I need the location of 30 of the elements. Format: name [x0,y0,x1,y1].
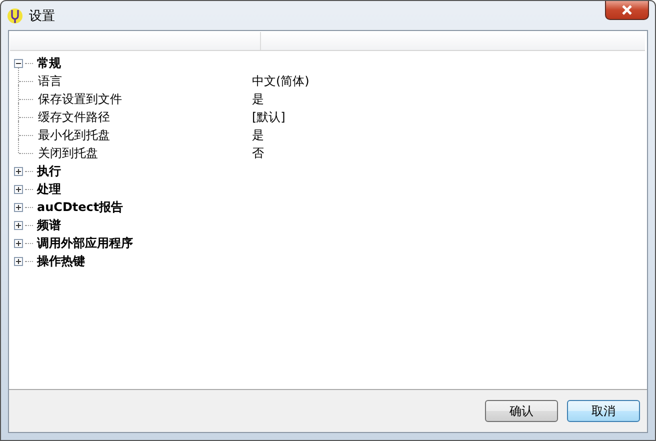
setting-name[interactable]: 关闭到托盘 [38,144,252,162]
dialog-button[interactable]: 取消 [567,400,640,422]
close-icon [621,5,633,15]
tree-toggle[interactable] [14,238,23,248]
tree-toggle[interactable] [14,166,23,176]
tree-toggle[interactable] [14,256,23,266]
group-label[interactable]: auCDtect报告 [37,198,124,216]
group-label[interactable]: 操作热键 [37,252,85,270]
window-title: 设置 [29,8,55,24]
group-label[interactable]: 频谱 [37,216,61,234]
setting-name[interactable]: 缓存文件路径 [38,108,252,126]
setting-value: 中文(简体) [252,72,310,90]
tree-toggle[interactable] [14,58,23,68]
setting-value: 否 [252,144,264,162]
setting-name[interactable]: 保存设置到文件 [38,90,252,108]
setting-value: 是 [252,126,264,144]
group-label[interactable]: 处理 [37,180,61,198]
tree-toggle[interactable] [14,184,23,194]
setting-name[interactable]: 最小化到托盘 [38,126,252,144]
setting-name[interactable]: 语言 [38,72,252,90]
setting-value: 是 [252,90,264,108]
tree-toggle[interactable] [14,220,23,230]
group-label[interactable]: 常规 [37,54,61,72]
group-label[interactable]: 调用外部应用程序 [37,234,133,252]
close-button[interactable] [605,1,649,20]
tree-toggle[interactable] [14,202,23,212]
group-label[interactable]: 执行 [37,162,61,180]
setting-value: [默认] [252,108,286,126]
dialog-button[interactable]: 确认 [485,400,558,422]
tuning-fork-icon [7,8,23,24]
